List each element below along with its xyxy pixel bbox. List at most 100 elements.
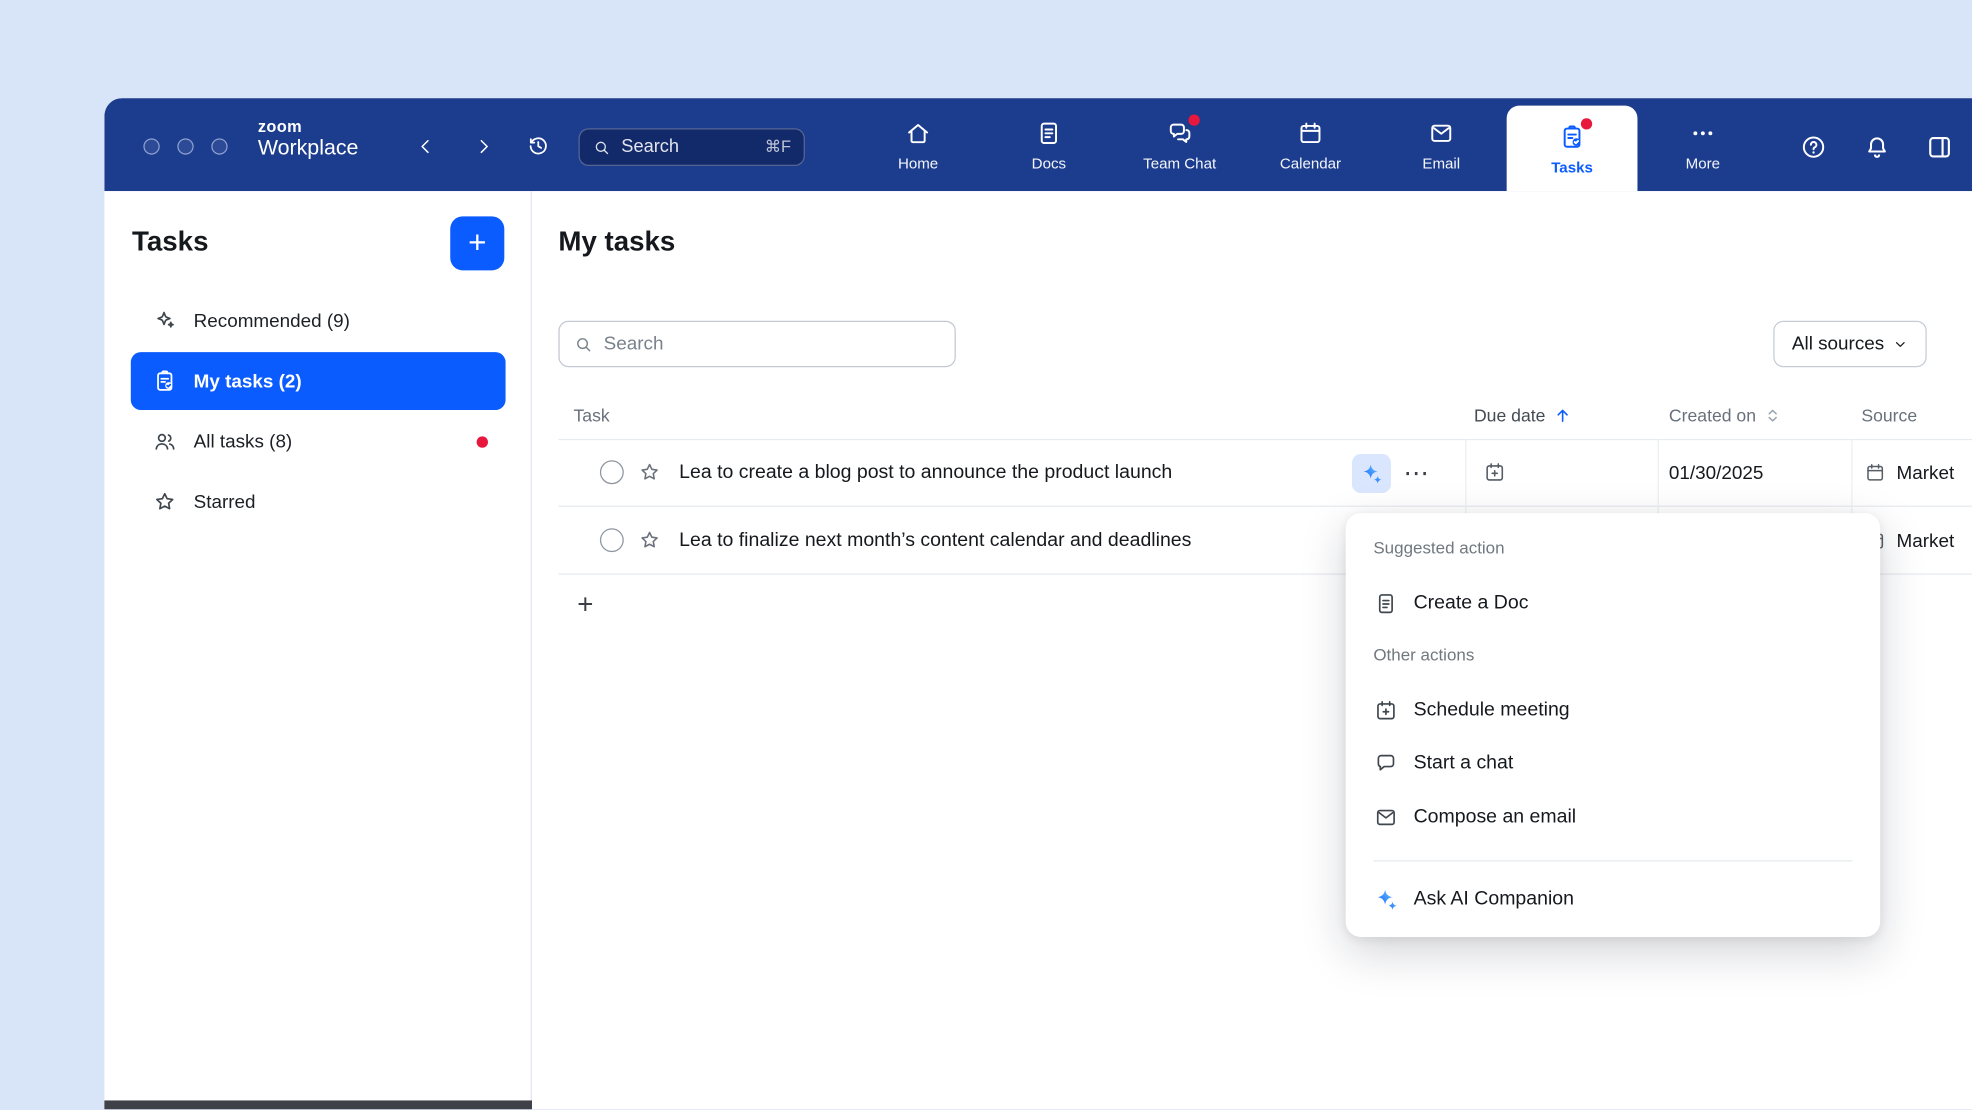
menu-item-label: Compose an email bbox=[1414, 806, 1577, 829]
help-icon[interactable] bbox=[1798, 132, 1828, 162]
sidebar-item-my-tasks[interactable]: My tasks (2) bbox=[131, 352, 506, 410]
suggested-action-header: Suggested action bbox=[1373, 538, 1504, 557]
nav-tab-team-chat[interactable]: Team Chat bbox=[1114, 98, 1245, 191]
column-header-source[interactable]: Source bbox=[1861, 405, 1917, 425]
screen: zoom Workplace Search ⌘F bbox=[0, 0, 1972, 1109]
back-button[interactable] bbox=[413, 133, 438, 158]
sort-toggle-icon bbox=[1764, 406, 1783, 425]
chevron-down-icon bbox=[1893, 336, 1908, 351]
menu-item-label: Ask AI Companion bbox=[1414, 888, 1574, 911]
forward-button[interactable] bbox=[470, 133, 495, 158]
zoom-logo: zoom bbox=[258, 117, 302, 136]
source-value: Market bbox=[1897, 530, 1955, 551]
nav-tab-more[interactable]: More bbox=[1637, 98, 1768, 191]
search-icon bbox=[573, 334, 593, 354]
background-window-edge bbox=[104, 1100, 532, 1109]
global-search-placeholder: Search bbox=[621, 137, 679, 157]
cell-divider bbox=[1658, 439, 1659, 506]
nav-tab-home[interactable]: Home bbox=[853, 98, 984, 191]
sidebar-title: Tasks bbox=[132, 225, 208, 258]
menu-item-start-chat[interactable]: Start a chat bbox=[1373, 742, 1860, 785]
menu-item-compose-email[interactable]: Compose an email bbox=[1373, 796, 1860, 839]
workplace-logo: Workplace bbox=[258, 136, 359, 161]
sidebar-item-label: Starred bbox=[194, 491, 256, 512]
ai-companion-button[interactable] bbox=[1352, 454, 1391, 493]
sidebar-item-recommended[interactable]: Recommended (9) bbox=[131, 292, 506, 350]
all-tasks-notification-dot bbox=[477, 436, 488, 447]
menu-item-label: Schedule meeting bbox=[1414, 699, 1570, 722]
sidebar-item-label: Recommended (9) bbox=[194, 310, 350, 331]
people-icon bbox=[152, 429, 177, 454]
source-cell: Market bbox=[1864, 439, 1954, 507]
more-icon bbox=[1689, 118, 1717, 148]
window-minimize-button[interactable] bbox=[177, 138, 193, 154]
star-icon[interactable] bbox=[638, 460, 662, 484]
calendar-plus-icon bbox=[1373, 698, 1398, 723]
window-zoom-button[interactable] bbox=[211, 138, 227, 154]
task-row[interactable]: Lea to create a blog post to announce th… bbox=[558, 439, 1972, 507]
row-more-button[interactable]: ⋯ bbox=[1404, 439, 1430, 507]
nav-tab-docs[interactable]: Docs bbox=[983, 98, 1114, 191]
sidebar-item-label: My tasks (2) bbox=[194, 370, 302, 391]
nav-tab-email[interactable]: Email bbox=[1376, 98, 1507, 191]
search-icon bbox=[592, 138, 611, 157]
task-title: Lea to create a blog post to announce th… bbox=[679, 439, 1172, 507]
history-icon[interactable] bbox=[526, 133, 551, 158]
star-icon[interactable] bbox=[638, 528, 662, 552]
popup-divider bbox=[1373, 860, 1852, 861]
team-chat-icon bbox=[1166, 118, 1194, 148]
menu-item-label: Start a chat bbox=[1414, 752, 1514, 775]
doc-icon bbox=[1373, 591, 1398, 616]
add-due-date-icon[interactable] bbox=[1483, 460, 1507, 484]
sidebar-item-all-tasks[interactable]: All tasks (8) bbox=[131, 413, 506, 471]
task-search-input[interactable] bbox=[604, 333, 941, 354]
menu-item-label: Create a Doc bbox=[1414, 592, 1529, 615]
docs-icon bbox=[1035, 118, 1063, 148]
column-header-due-date[interactable]: Due date bbox=[1474, 405, 1572, 425]
task-title: Lea to finalize next month’s content cal… bbox=[679, 507, 1191, 575]
column-header-created-on[interactable]: Created on bbox=[1669, 405, 1783, 425]
window-close-button[interactable] bbox=[143, 138, 159, 154]
tasks-icon bbox=[1558, 121, 1586, 151]
sources-filter-label: All sources bbox=[1792, 333, 1884, 354]
search-shortcut: ⌘F bbox=[765, 137, 791, 157]
nav-tab-calendar[interactable]: Calendar bbox=[1245, 98, 1376, 191]
top-navbar: zoom Workplace Search ⌘F bbox=[104, 98, 1972, 191]
menu-item-ask-ai-companion[interactable]: Ask AI Companion bbox=[1373, 878, 1860, 921]
tasks-sidebar: Tasks + Recommended (9) My tasks (2) All… bbox=[104, 191, 532, 1109]
sidebar-item-label: All tasks (8) bbox=[194, 431, 293, 452]
column-header-task[interactable]: Task bbox=[573, 405, 609, 425]
team-chat-unread-badge bbox=[1188, 114, 1199, 125]
task-complete-radio[interactable] bbox=[600, 460, 624, 484]
primary-nav: Home Docs Team Chat bbox=[853, 98, 1769, 191]
nav-tab-tasks[interactable]: Tasks bbox=[1507, 106, 1638, 192]
calendar-icon bbox=[1297, 118, 1325, 148]
sort-ascending-icon bbox=[1553, 406, 1572, 425]
side-panel-icon[interactable] bbox=[1924, 132, 1954, 162]
chat-bubble-icon bbox=[1373, 751, 1398, 776]
email-icon bbox=[1427, 118, 1455, 148]
menu-item-create-doc[interactable]: Create a Doc bbox=[1373, 582, 1860, 625]
add-task-button[interactable]: + bbox=[450, 216, 504, 270]
tasks-unread-badge bbox=[1581, 118, 1592, 129]
menu-item-schedule-meeting[interactable]: Schedule meeting bbox=[1373, 689, 1860, 732]
cell-divider bbox=[1465, 439, 1466, 506]
envelope-icon bbox=[1373, 805, 1398, 830]
page-title: My tasks bbox=[558, 225, 675, 258]
task-complete-radio[interactable] bbox=[600, 528, 624, 552]
cell-divider bbox=[1851, 439, 1852, 506]
add-new-task-button[interactable]: + bbox=[577, 591, 593, 619]
sources-filter-dropdown[interactable]: All sources bbox=[1773, 321, 1926, 368]
source-calendar-icon bbox=[1864, 462, 1887, 485]
global-search[interactable]: Search ⌘F bbox=[579, 128, 805, 166]
my-tasks-icon bbox=[152, 368, 177, 393]
notifications-bell-icon[interactable] bbox=[1861, 132, 1891, 162]
star-icon bbox=[152, 489, 177, 514]
source-value: Market bbox=[1897, 462, 1955, 483]
created-on-value: 01/30/2025 bbox=[1669, 439, 1763, 507]
home-icon bbox=[904, 118, 932, 148]
task-search[interactable] bbox=[558, 321, 955, 368]
ai-companion-icon bbox=[1373, 887, 1398, 912]
other-actions-header: Other actions bbox=[1373, 645, 1474, 664]
sidebar-item-starred[interactable]: Starred bbox=[131, 473, 506, 531]
